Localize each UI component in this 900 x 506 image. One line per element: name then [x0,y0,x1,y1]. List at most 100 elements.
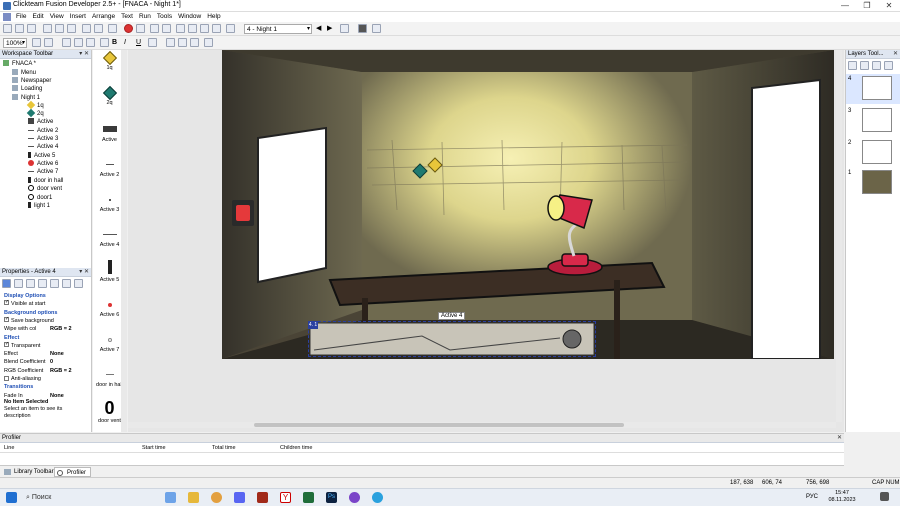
zoom-selector[interactable]: 100% ▾ [3,38,27,48]
movement-tab-icon[interactable] [38,279,47,288]
paste-icon[interactable] [67,24,76,33]
align-left-icon[interactable] [62,38,71,47]
open-icon[interactable] [15,24,24,33]
fullscreen-icon[interactable] [372,24,381,33]
display-tab-icon[interactable] [14,279,23,288]
layer-row[interactable]: 1 [846,168,900,198]
run-application-icon[interactable] [124,24,133,33]
next-frame-icon[interactable]: ▶ [327,24,336,33]
align-center-icon[interactable] [74,38,83,47]
layer-row[interactable]: 2 [846,138,900,168]
checkbox[interactable] [4,341,9,347]
event-editor-icon[interactable] [176,24,185,33]
bold-icon[interactable]: B [112,38,121,47]
copy-icon[interactable] [55,24,64,33]
tree-object[interactable]: Active [28,118,53,126]
layer-row[interactable]: 4 [846,74,900,104]
menu-help[interactable]: Help [204,12,223,22]
stop-icon[interactable] [358,24,367,33]
panel-close-icon[interactable]: ▾ ✕ [79,50,89,59]
tree-root[interactable]: FNACA * [3,60,36,68]
group-icon[interactable] [100,38,109,47]
minimize-button[interactable]: — [834,0,856,12]
text-left-icon[interactable] [166,38,175,47]
checkbox[interactable] [4,300,9,306]
panel-close-icon[interactable]: ✕ [893,50,898,59]
tree-frame-newspaper[interactable]: Newspaper [12,77,51,85]
column-total-time[interactable]: Total time [212,445,236,451]
selected-object-active-4[interactable] [308,321,596,357]
prev-frame-icon[interactable]: ◀ [316,24,325,33]
tree-object[interactable]: door1 [28,194,52,202]
menu-tools[interactable]: Tools [154,12,175,22]
frame-list-icon[interactable] [340,24,349,33]
windows-start-icon[interactable] [6,492,17,503]
column-line[interactable]: Line [4,445,14,451]
taskbar-search[interactable]: ⌕ Поиск [26,492,156,504]
tab-profiler[interactable]: Profiler [54,467,92,477]
tree-object[interactable]: Active 3 [28,135,58,143]
frame-editor-icon[interactable] [162,24,171,33]
undo-icon[interactable] [82,24,91,33]
column-start-time[interactable]: Start time [142,445,166,451]
property-row[interactable]: Save background [0,316,90,325]
menu-window[interactable]: Window [175,12,204,22]
zoom-in-icon[interactable] [32,38,41,47]
redo-icon[interactable] [94,24,103,33]
tree-object[interactable]: 2q [26,108,44,118]
menu-text[interactable]: Text [118,12,136,22]
cut-icon[interactable] [43,24,52,33]
align-right-icon[interactable] [86,38,95,47]
panel-close-icon[interactable]: ✕ [837,434,842,443]
values-tab-icon[interactable] [62,279,71,288]
close-button[interactable]: ✕ [878,0,900,12]
tree-object[interactable]: door in hall [28,177,63,185]
storyboard-icon[interactable] [150,24,159,33]
clock[interactable]: 15:47 08.11.2023 [826,490,858,504]
tree-frame-loading[interactable]: Loading [12,85,42,93]
event-list-icon[interactable] [188,24,197,33]
scrollbar-thumb[interactable] [254,423,624,427]
maximize-button[interactable]: ❐ [856,0,878,12]
size-tab-icon[interactable] [26,279,35,288]
property-row[interactable]: Wipe with col RGB = 2 [0,325,90,333]
menu-file[interactable]: File [13,12,29,22]
strike-icon[interactable] [148,38,157,47]
tree-object[interactable]: Active 4 [28,143,58,151]
frame-horizontal-scrollbar[interactable] [128,422,836,428]
menu-insert[interactable]: Insert [67,12,89,22]
layout-icon[interactable] [212,24,221,33]
grid-icon[interactable] [226,24,235,33]
delete-layer-icon[interactable] [860,61,869,70]
tree-object[interactable]: Active 7 [28,168,58,176]
settings-tab-icon[interactable] [2,279,11,288]
telegram-icon[interactable] [372,492,383,503]
discord-icon[interactable] [234,492,245,503]
layer-row[interactable]: 3 [846,106,900,136]
tree-object[interactable]: Active 5 [28,152,55,160]
menu-run[interactable]: Run [136,12,154,22]
move-up-icon[interactable] [872,61,881,70]
checkbox[interactable] [4,376,9,381]
crop-icon[interactable] [204,38,213,47]
tree-object[interactable]: light 1 [28,202,50,210]
language-indicator[interactable]: РУС [806,494,818,500]
yandex-icon[interactable]: Y [280,492,291,503]
menu-arrange[interactable]: Arrange [89,12,118,22]
photoshop-icon[interactable]: Ps [326,492,337,503]
run-frame-icon[interactable] [136,24,145,33]
notifications-icon[interactable] [880,492,889,501]
browser-icon[interactable] [211,492,222,503]
tree-object[interactable]: Active 2 [28,127,58,135]
find-icon[interactable] [108,24,117,33]
fusion-icon[interactable] [349,492,360,503]
property-value[interactable]: RGB = 2 [50,367,72,375]
property-row[interactable]: Transparent [0,341,90,350]
italic-icon[interactable]: I [124,38,133,47]
file-explorer-icon[interactable] [188,492,199,503]
tree-frame-menu[interactable]: Menu [12,69,36,77]
frame-vertical-scrollbar[interactable] [836,50,842,422]
checkbox[interactable] [4,316,9,322]
property-row[interactable]: Anti-aliasing [0,375,90,383]
tab-library-toolbar[interactable]: Library Toolbar [2,467,58,477]
